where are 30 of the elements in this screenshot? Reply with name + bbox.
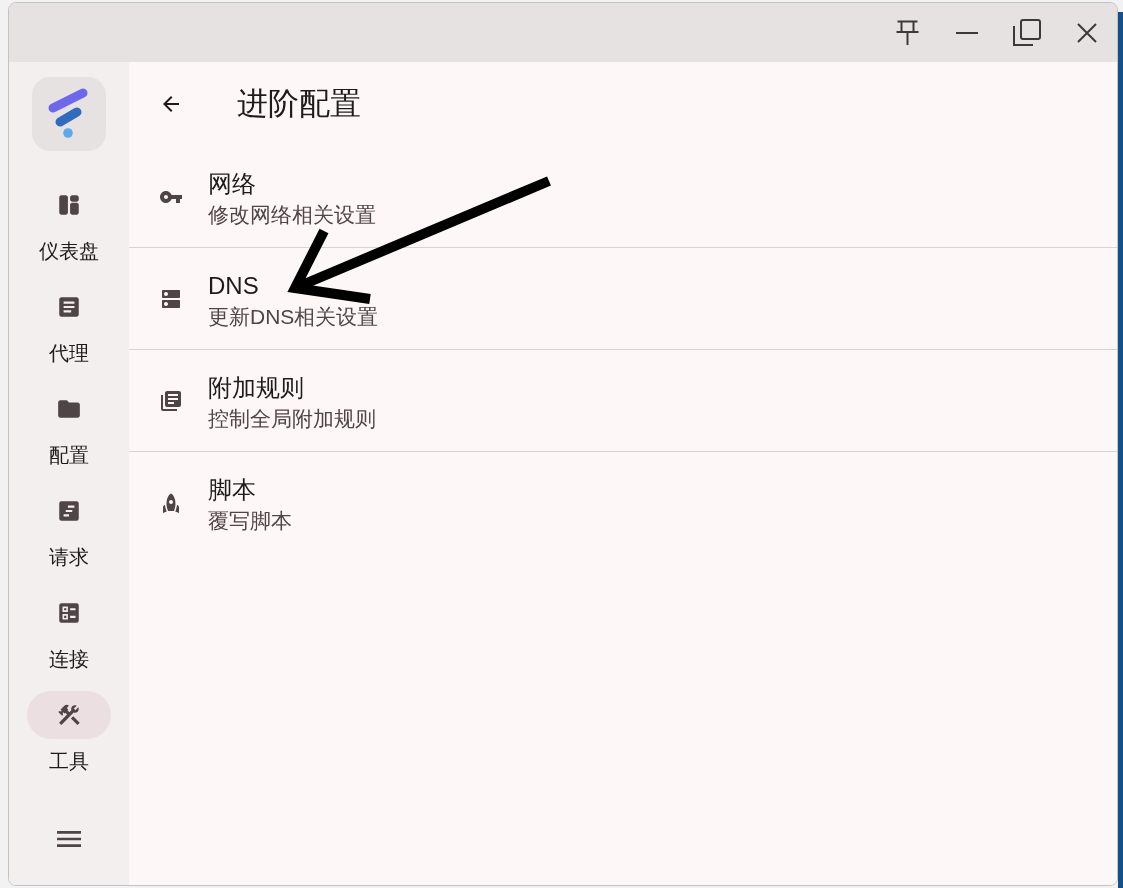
page-title: 进阶配置 bbox=[237, 85, 361, 123]
settings-item[interactable]: 脚本 覆写脚本 bbox=[129, 452, 1117, 553]
nav-item[interactable]: 仪表盘 bbox=[25, 181, 113, 263]
item-subtitle: 覆写脚本 bbox=[208, 507, 292, 534]
item-title: DNS bbox=[208, 270, 260, 301]
nav-item[interactable]: 代理 bbox=[25, 283, 113, 365]
checklist-icon bbox=[56, 600, 82, 626]
app-logo-icon bbox=[32, 77, 106, 151]
minimize-icon bbox=[956, 31, 978, 34]
item-title: 网络 bbox=[208, 168, 257, 199]
pin-icon bbox=[895, 20, 919, 45]
menu-icon bbox=[55, 831, 83, 847]
item-subtitle: 修改网络相关设置 bbox=[208, 201, 376, 228]
stacked-pages-icon bbox=[159, 388, 183, 413]
item-subtitle: 更新DNS相关设置 bbox=[208, 303, 379, 330]
item-subtitle: 控制全局附加规则 bbox=[208, 405, 376, 432]
document-icon bbox=[56, 294, 82, 320]
settings-item[interactable]: DNS 更新DNS相关设置 bbox=[129, 248, 1117, 350]
nav-item[interactable]: 请求 bbox=[25, 487, 113, 569]
hammer-wrench-icon bbox=[56, 702, 82, 728]
maximize-icon bbox=[1013, 19, 1041, 46]
settings-item[interactable]: 网络 修改网络相关设置 bbox=[129, 146, 1117, 248]
settings-item[interactable]: 附加规则 控制全局附加规则 bbox=[129, 350, 1117, 452]
item-title: 附加规则 bbox=[208, 372, 305, 403]
close-icon bbox=[1077, 22, 1097, 43]
item-title: 脚本 bbox=[208, 474, 257, 505]
nav-item[interactable]: 连接 bbox=[25, 589, 113, 671]
nav-item[interactable]: 配置 bbox=[25, 385, 113, 467]
dashboard-icon bbox=[56, 192, 82, 218]
staggered-lines-icon bbox=[56, 498, 82, 524]
